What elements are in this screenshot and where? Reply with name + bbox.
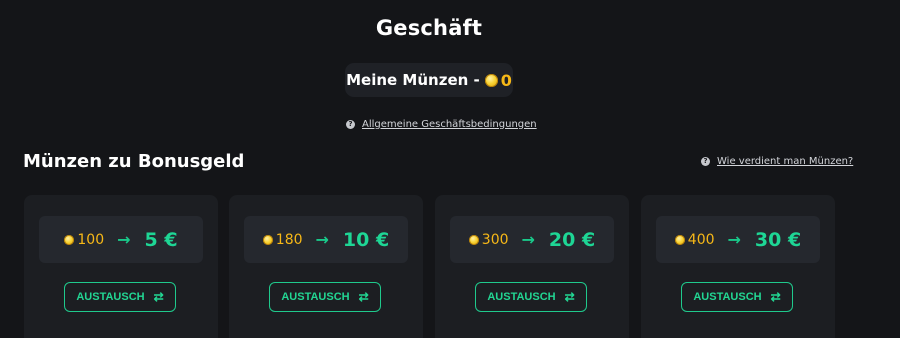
coin-cost: 180 — [275, 231, 303, 248]
terms-link-label: Allgemeine Geschäftsbedingungen — [362, 118, 537, 130]
exchange-button-label: AUSTAUSCH — [281, 291, 350, 303]
bonus-amount: 10 € — [342, 228, 390, 251]
offer-card-3: 300 → 20 € AUSTAUSCH ⇄ — [435, 195, 629, 338]
earn-coins-link-label: Wie verdient man Münzen? — [717, 155, 854, 167]
shop-page: Geschäft Meine Münzen - 0 ? Allgemeine G… — [0, 0, 900, 338]
exchange-button-label: AUSTAUSCH — [693, 291, 762, 303]
swap-icon: ⇄ — [564, 290, 575, 304]
exchange-button[interactable]: AUSTAUSCH ⇄ — [475, 282, 587, 312]
arrow-right-icon: → — [521, 230, 535, 249]
terms-link[interactable]: ? Allgemeine Geschäftsbedingungen — [346, 117, 537, 131]
exchange-button-label: AUSTAUSCH — [76, 291, 145, 303]
swap-icon: ⇄ — [358, 290, 369, 304]
swap-icon: ⇄ — [153, 290, 164, 304]
coin-cost: 400 — [687, 231, 715, 248]
exchange-button[interactable]: AUSTAUSCH ⇄ — [64, 282, 176, 312]
coin-icon — [64, 234, 75, 245]
exchange-rate: 300 → 20 € — [450, 216, 614, 263]
bonus-amount: 30 € — [754, 228, 802, 251]
coin-balance: Meine Münzen - 0 — [345, 63, 513, 97]
exchange-rate: 180 → 10 € — [244, 216, 408, 263]
coin-cost: 300 — [481, 231, 509, 248]
coin-icon — [484, 73, 498, 87]
bonus-amount: 5 € — [144, 228, 178, 251]
balance-value: 0 — [500, 70, 512, 90]
bonus-amount: 20 € — [548, 228, 596, 251]
exchange-rate: 400 → 30 € — [656, 216, 820, 263]
offer-card-1: 100 → 5 € AUSTAUSCH ⇄ — [24, 195, 218, 338]
arrow-right-icon: → — [727, 230, 741, 249]
section-title: Münzen zu Bonusgeld — [23, 151, 245, 172]
earn-coins-link[interactable]: ? Wie verdient man Münzen? — [701, 154, 853, 168]
coin-icon — [262, 234, 273, 245]
help-icon: ? — [346, 119, 355, 129]
coin-icon — [674, 234, 685, 245]
arrow-right-icon: → — [117, 230, 131, 249]
exchange-rate: 100 → 5 € — [39, 216, 203, 263]
offer-card-2: 180 → 10 € AUSTAUSCH ⇄ — [229, 195, 423, 338]
help-icon: ? — [701, 156, 710, 166]
swap-icon: ⇄ — [770, 290, 781, 304]
balance-label: Meine Münzen - — [346, 71, 480, 89]
offer-card-4: 400 → 30 € AUSTAUSCH ⇄ — [641, 195, 835, 338]
exchange-button[interactable]: AUSTAUSCH ⇄ — [269, 282, 381, 312]
page-title: Geschäft — [375, 16, 483, 40]
coin-cost: 100 — [77, 231, 105, 248]
exchange-button[interactable]: AUSTAUSCH ⇄ — [681, 282, 793, 312]
coin-icon — [468, 234, 479, 245]
arrow-right-icon: → — [315, 230, 329, 249]
exchange-button-label: AUSTAUSCH — [487, 291, 556, 303]
